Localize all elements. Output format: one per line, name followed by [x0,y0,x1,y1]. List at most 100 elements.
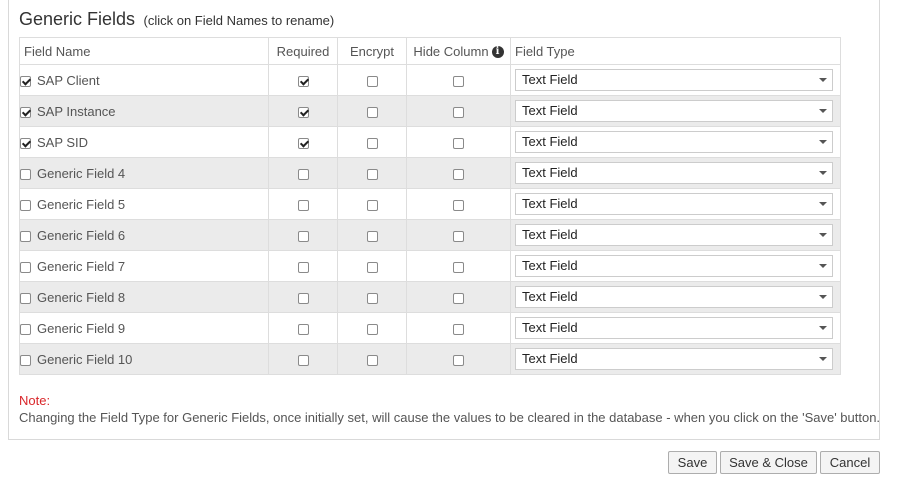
required-cell [268,312,338,344]
required-cell [268,126,338,158]
hide-column-cell [406,219,511,251]
hide-column-cell [406,343,511,375]
hide-column-checkbox[interactable] [453,354,464,366]
field-type-value: Text Field [522,134,578,149]
hide-column-checkbox[interactable] [453,323,464,335]
note-text: Changing the Field Type for Generic Fiel… [19,410,881,425]
required-cell [268,188,338,220]
cancel-button[interactable]: Cancel [820,451,880,474]
hide-column-checkbox[interactable] [453,106,464,118]
encrypt-cell [337,343,407,375]
encrypt-checkbox[interactable] [366,230,378,242]
field-enabled-checkbox[interactable] [20,292,31,304]
save-close-button[interactable]: Save & Close [720,451,817,474]
required-cell [268,219,338,251]
encrypt-checkbox[interactable] [366,199,378,211]
encrypt-checkbox[interactable] [366,168,378,180]
hide-column-checkbox[interactable] [453,199,464,211]
save-button[interactable]: Save [668,451,717,474]
field-name-label[interactable]: SAP Client [37,73,100,88]
required-checkbox[interactable] [297,168,309,180]
field-enabled-checkbox[interactable] [20,137,31,149]
field-type-select[interactable]: Text Field [515,224,833,246]
required-checkbox[interactable] [297,199,309,211]
chevron-down-icon [819,171,827,175]
field-name-label[interactable]: Generic Field 10 [37,352,132,367]
required-checkbox[interactable] [297,230,309,242]
required-checkbox[interactable] [297,323,309,335]
required-checkbox[interactable] [297,137,309,149]
field-name-label[interactable]: SAP SID [37,135,88,150]
hide-column-checkbox[interactable] [453,75,464,87]
field-type-cell: Text Field [510,126,841,158]
required-checkbox[interactable] [297,75,309,87]
chevron-down-icon [819,295,827,299]
note-label: Note: [19,393,51,408]
field-type-select[interactable]: Text Field [515,100,833,122]
required-checkbox[interactable] [297,292,309,304]
field-enabled-checkbox[interactable] [20,199,31,211]
chevron-down-icon [819,357,827,361]
field-enabled-checkbox[interactable] [20,230,31,242]
field-type-select[interactable]: Text Field [515,131,833,153]
hide-column-checkbox[interactable] [453,168,464,180]
chevron-down-icon [819,109,827,113]
encrypt-checkbox[interactable] [366,261,378,273]
field-type-value: Text Field [522,165,578,180]
field-type-select[interactable]: Text Field [515,255,833,277]
hide-column-checkbox[interactable] [453,261,464,273]
header-field-type: Field Type [510,37,841,65]
field-name-label[interactable]: SAP Instance [37,104,116,119]
field-type-cell: Text Field [510,343,841,375]
field-type-select[interactable]: Text Field [515,69,833,91]
field-type-cell: Text Field [510,312,841,344]
generic-fields-table: Field Name Required Encrypt Hide Column i… [19,37,841,375]
field-enabled-checkbox[interactable] [20,168,31,180]
field-type-value: Text Field [522,320,578,335]
section-subtitle: (click on Field Names to rename) [143,13,335,28]
field-type-value: Text Field [522,351,578,366]
field-enabled-checkbox[interactable] [20,75,31,87]
field-type-select[interactable]: Text Field [515,317,833,339]
field-type-select[interactable]: Text Field [515,348,833,370]
required-checkbox[interactable] [297,354,309,366]
table-row: Generic Field 5 Text Field [19,188,841,220]
field-name-label[interactable]: Generic Field 6 [37,228,125,243]
field-name-label[interactable]: Generic Field 7 [37,259,125,274]
field-enabled-checkbox[interactable] [20,323,31,335]
field-type-value: Text Field [522,196,578,211]
required-cell [268,64,338,96]
field-type-select[interactable]: Text Field [515,286,833,308]
required-cell [268,157,338,189]
encrypt-checkbox[interactable] [366,354,378,366]
hide-column-checkbox[interactable] [453,230,464,242]
field-name-label[interactable]: Generic Field 5 [37,197,125,212]
hide-column-checkbox[interactable] [453,292,464,304]
field-name-label[interactable]: Generic Field 8 [37,290,125,305]
field-name-label[interactable]: Generic Field 9 [37,321,125,336]
required-checkbox[interactable] [297,261,309,273]
field-type-cell: Text Field [510,250,841,282]
encrypt-checkbox[interactable] [366,323,378,335]
info-icon[interactable]: i [491,46,504,59]
header-hide-column-label: Hide Column [413,43,489,59]
field-type-value: Text Field [522,103,578,118]
field-name-cell: Generic Field 6 [19,219,269,251]
field-enabled-checkbox[interactable] [20,261,31,273]
required-checkbox[interactable] [297,106,309,118]
encrypt-checkbox[interactable] [366,292,378,304]
field-type-select[interactable]: Text Field [515,162,833,184]
field-name-label[interactable]: Generic Field 4 [37,166,125,181]
encrypt-cell [337,95,407,127]
field-enabled-checkbox[interactable] [20,106,31,118]
field-type-value: Text Field [522,258,578,273]
field-type-select[interactable]: Text Field [515,193,833,215]
hide-column-checkbox[interactable] [453,137,464,149]
chevron-down-icon [819,264,827,268]
field-enabled-checkbox[interactable] [20,354,31,366]
encrypt-checkbox[interactable] [366,106,378,118]
section-heading: Generic Fields (click on Field Names to … [19,9,334,30]
encrypt-checkbox[interactable] [366,75,378,87]
encrypt-checkbox[interactable] [366,137,378,149]
encrypt-cell [337,312,407,344]
